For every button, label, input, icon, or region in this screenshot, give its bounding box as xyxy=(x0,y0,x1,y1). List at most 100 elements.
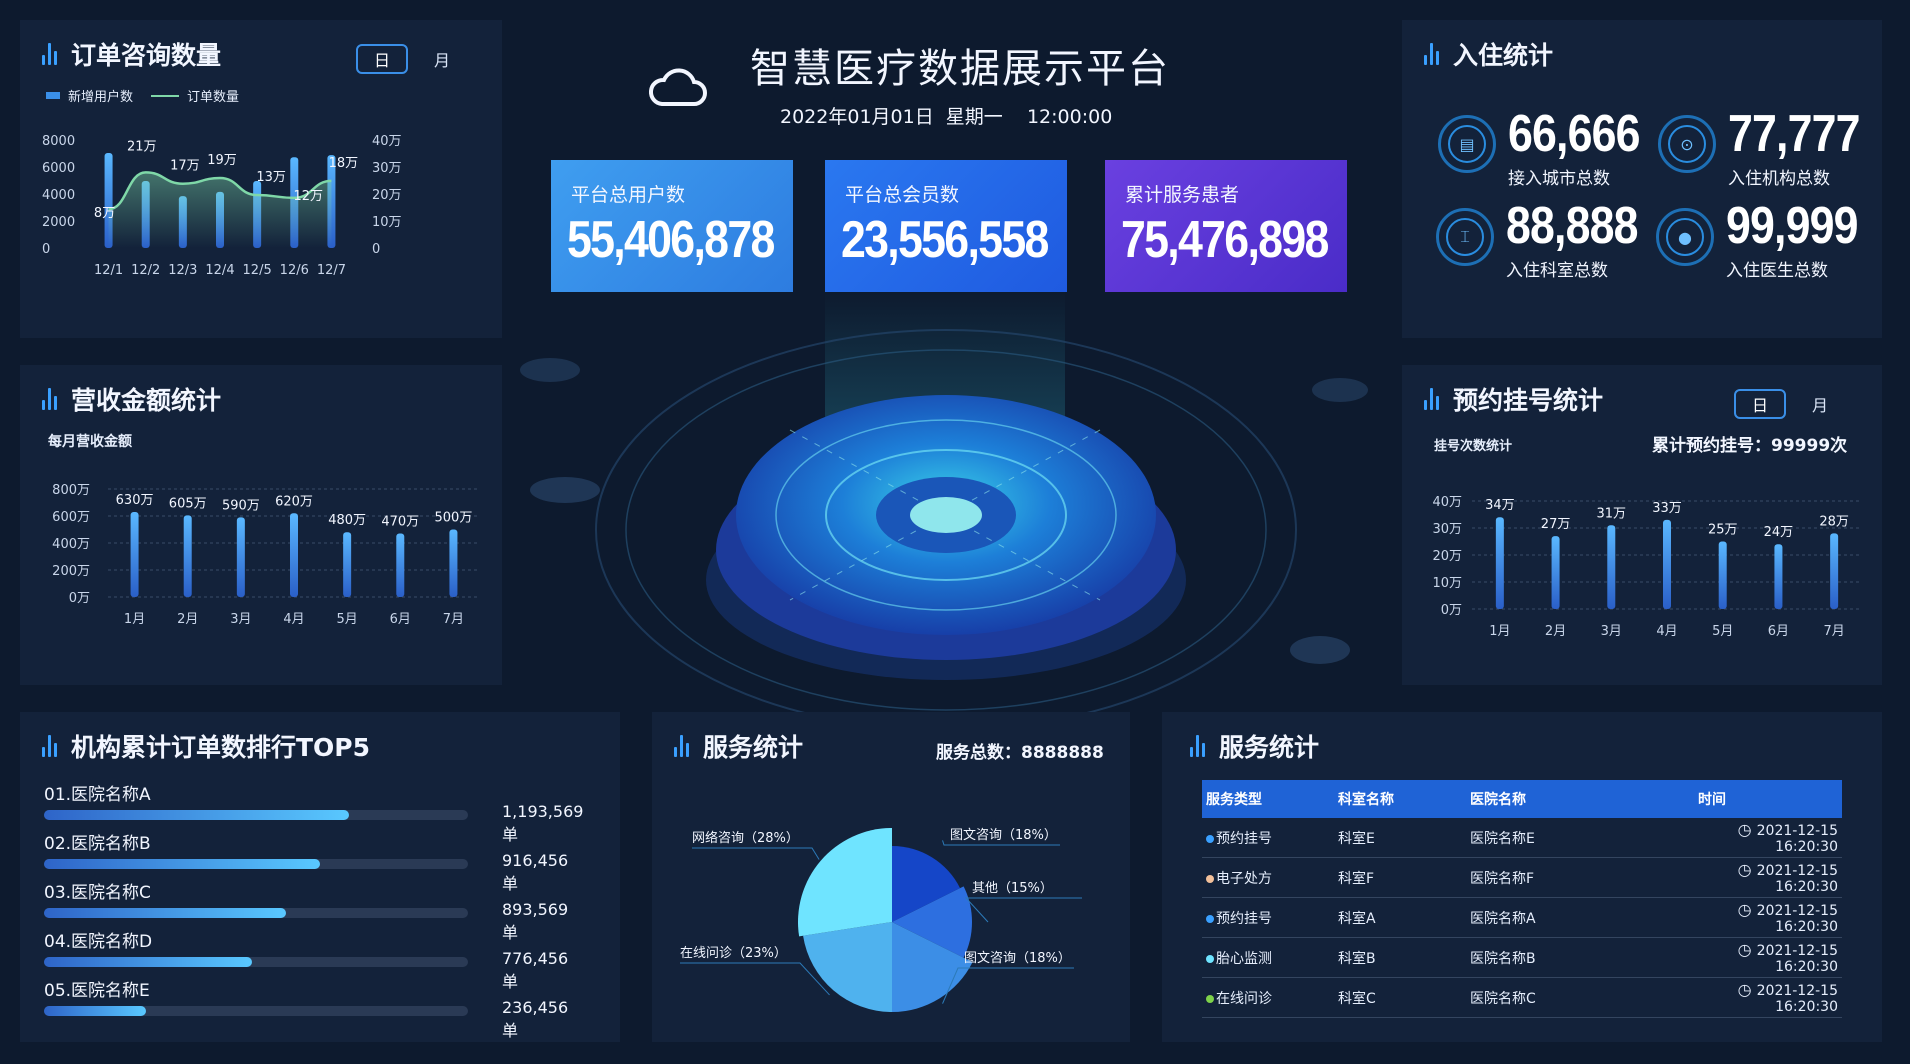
bar xyxy=(1830,533,1839,609)
col-header[interactable]: 医院名称 xyxy=(1466,780,1694,818)
x-tick-label: 12/3 xyxy=(168,263,197,278)
panel-title: 服务统计 xyxy=(674,728,803,764)
table-row[interactable]: 电子处方 科室F 医院名称F ◷ 2021-12-15 16:20:30 xyxy=(1202,857,1842,898)
kpi-label: 平台总用户数 xyxy=(571,184,686,206)
bar-value-label: 34万 xyxy=(1485,498,1515,513)
col-header[interactable]: 服务类型 xyxy=(1202,780,1334,818)
x-tick-label: 4月 xyxy=(283,612,304,627)
chart-legend: 新增用户数 订单数量 xyxy=(46,86,239,105)
ranking-bar xyxy=(44,957,252,967)
building-icon: ▤ xyxy=(1438,115,1496,173)
table-row[interactable]: 预约挂号 科室E 医院名称E ◷ 2021-12-15 16:20:30 xyxy=(1202,818,1842,858)
y-tick-label: 400万 xyxy=(52,537,90,552)
bar xyxy=(1607,525,1616,609)
service-type-label: 预约挂号 xyxy=(1216,910,1272,927)
kpi-value: 75,476,898 xyxy=(1121,211,1329,269)
panel-title: 机构累计订单数排行TOP5 xyxy=(42,728,370,764)
pie-slice xyxy=(803,922,892,1012)
toggle-month[interactable]: 月 xyxy=(434,47,450,71)
table-row[interactable]: 在线问诊 科室C 医院名称C ◷ 2021-12-15 16:20:30 xyxy=(1202,977,1842,1018)
y-tick-label: 0万 xyxy=(1441,603,1462,618)
service-type-label: 在线问诊 xyxy=(1216,990,1272,1007)
cell-time: ◷ 2021-12-15 16:20:30 xyxy=(1694,857,1842,898)
center-platform-graphic xyxy=(520,290,1368,731)
x-tick-label: 12/2 xyxy=(131,263,160,278)
y2-tick-label: 30万 xyxy=(372,161,402,176)
y2-tick-label: 40万 xyxy=(372,134,402,149)
pie-label: 网络咨询（28%） xyxy=(692,830,799,846)
bar xyxy=(183,515,192,597)
bar xyxy=(290,513,298,597)
pie-label: 在线问诊（23%） xyxy=(680,946,787,961)
pie-leader-line xyxy=(680,962,830,996)
bar xyxy=(1718,541,1727,609)
chart-subtitle: 每月营收金额 xyxy=(48,434,132,450)
clock-icon: ◷ xyxy=(1737,900,1757,919)
bar xyxy=(130,511,139,597)
x-tick-label: 3月 xyxy=(1601,624,1622,639)
bar-value-label: 470万 xyxy=(381,515,419,530)
table-row[interactable]: 胎心监测 科室B 医院名称B ◷ 2021-12-15 16:20:30 xyxy=(1202,937,1842,978)
ranking-track xyxy=(44,810,468,820)
toggle-month[interactable]: 月 xyxy=(1812,392,1828,416)
status-dot xyxy=(1206,954,1214,963)
status-dot xyxy=(1206,994,1214,1003)
cell-department: 科室F xyxy=(1334,857,1466,898)
order-consultation-chart: 8000 6000 4000 2000 0 40万 30万 20万 10万 0 12/1 12/2 12… xyxy=(42,134,402,278)
stat-value: 66,666 xyxy=(1508,105,1640,163)
kpi-label: 累计服务患者 xyxy=(1125,184,1240,206)
toggle-day[interactable]: 日 xyxy=(356,44,409,74)
bar-title-icon xyxy=(1424,43,1439,65)
bar-value-label: 605万 xyxy=(169,496,207,511)
y-tick-label: 20万 xyxy=(1432,549,1462,564)
stat-caption: 接入城市总数 xyxy=(1508,169,1610,189)
toggle-day[interactable]: 日 xyxy=(1734,389,1787,419)
y-tick-label: 40万 xyxy=(1432,495,1462,510)
x-tick-label: 12/1 xyxy=(94,263,123,278)
col-header[interactable]: 科室名称 xyxy=(1334,780,1466,818)
x-tick-label: 2月 xyxy=(1545,624,1566,639)
y2-tick-label: 10万 xyxy=(372,215,402,230)
service-pie-panel: 服务统计 服务总数：8888888 网络咨询（28%） 图文咨询（18%） 其他（1… xyxy=(652,712,1130,1042)
day-month-toggle: 日 月 xyxy=(356,44,450,74)
x-tick-label: 6月 xyxy=(390,612,411,627)
cell-time: ◷ 2021-12-15 16:20:30 xyxy=(1694,937,1842,978)
cell-department: 科室A xyxy=(1334,897,1466,938)
service-table: 服务类型 科室名称 医院名称 时间 预约挂号 科室E 医院名称E ◷ 2021-12-… xyxy=(1202,780,1842,1018)
x-tick-label: 12/7 xyxy=(317,263,346,278)
kpi-label: 平台总会员数 xyxy=(845,184,960,206)
stat-caption: 入住机构总数 xyxy=(1728,169,1830,189)
bar-value-label: 27万 xyxy=(1541,517,1571,532)
col-header[interactable]: 时间 xyxy=(1694,780,1842,818)
stat-value: 77,777 xyxy=(1728,105,1860,163)
legend-swatch-users xyxy=(46,92,60,99)
y-tick-label: 0万 xyxy=(69,591,90,606)
x-tick-label: 1月 xyxy=(1489,624,1510,639)
ranking-track xyxy=(44,908,468,918)
time-label: 2021-12-15 16:20:30 xyxy=(1756,903,1838,935)
y2-tick-label: 0 xyxy=(372,242,380,257)
kpi-total-users: 平台总用户数 55,406,878 xyxy=(551,160,793,292)
y2-tick-label: 20万 xyxy=(372,188,402,203)
x-tick-label: 12/5 xyxy=(243,263,272,278)
ranking-track xyxy=(44,859,468,869)
appointment-total: 累计预约挂号：99999次 xyxy=(1652,436,1848,456)
bar-value-label: 620万 xyxy=(275,494,313,509)
x-tick-label: 4月 xyxy=(1656,624,1677,639)
table-row[interactable]: 预约挂号 科室A 医院名称A ◷ 2021-12-15 16:20:30 xyxy=(1202,897,1842,938)
ranking-row: 04.医院名称D 776,456单 xyxy=(44,927,584,991)
service-total: 服务总数：8888888 xyxy=(936,743,1104,763)
x-tick-label: 12/4 xyxy=(205,263,234,278)
kpi-value: 55,406,878 xyxy=(567,211,775,269)
ranking-value: 236,456单 xyxy=(502,998,569,1040)
cell-time: ◷ 2021-12-15 16:20:30 xyxy=(1694,818,1842,858)
panel-title: 订单咨询数量 xyxy=(42,36,221,72)
cell-service-type: 预约挂号 xyxy=(1202,897,1334,938)
x-tick-label: 5月 xyxy=(1712,624,1733,639)
bar xyxy=(343,532,352,597)
appointment-chart: 40万 30万 20万 10万 0万 34万 1月 27万 2月 31万 3月 33万 4月 25万 5月 2… xyxy=(1432,495,1862,639)
panel-title: 营收金额统计 xyxy=(42,381,221,417)
y-tick-label: 30万 xyxy=(1432,522,1462,537)
ranking-row: 01.医院名称A 1,193,569单 xyxy=(44,780,584,844)
bar xyxy=(449,529,458,597)
